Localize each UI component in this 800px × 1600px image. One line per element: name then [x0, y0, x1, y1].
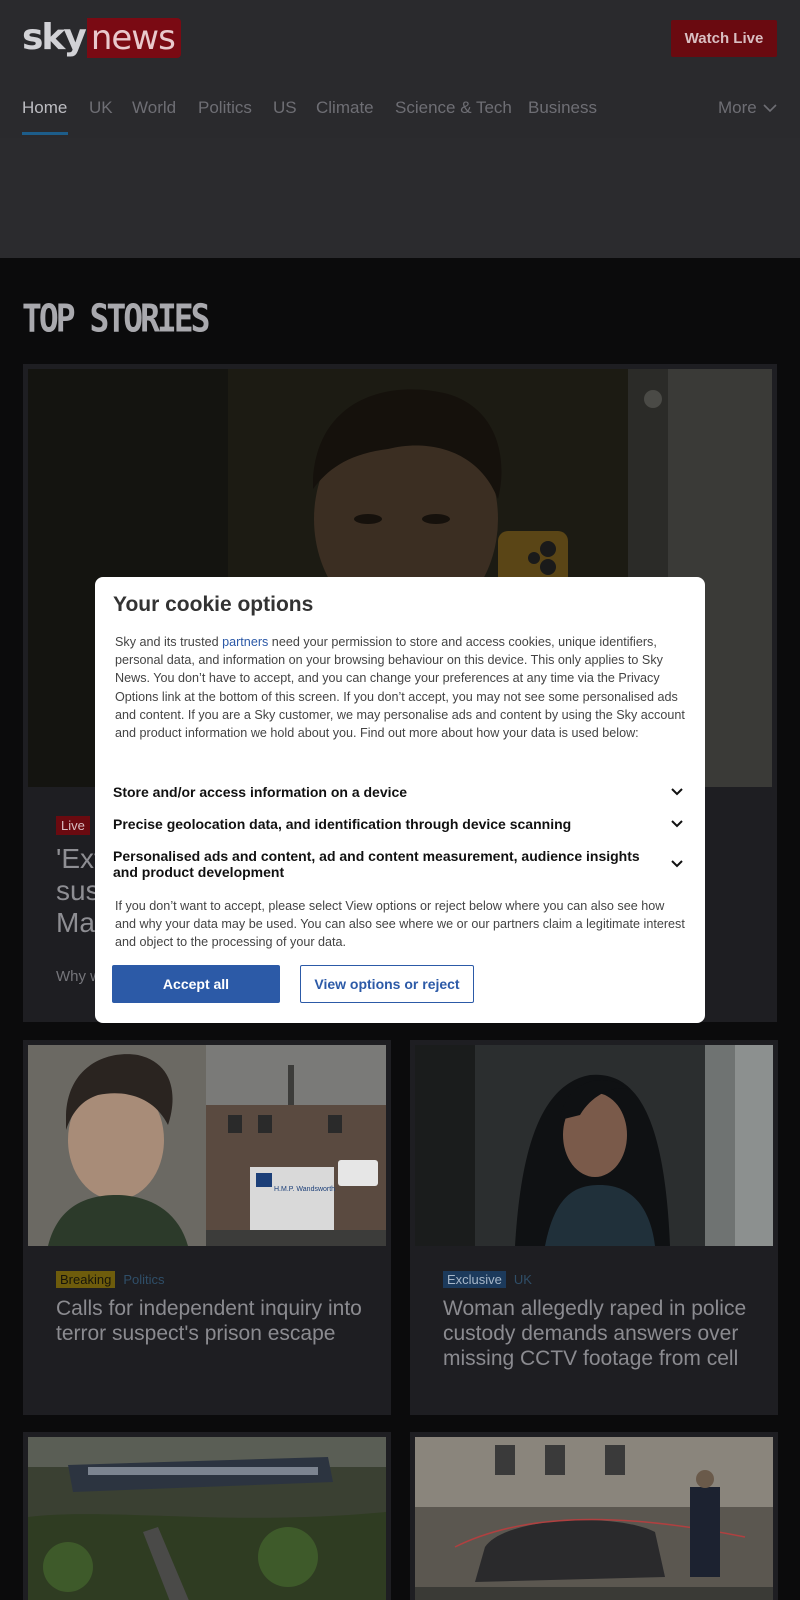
story-image-mugshot-prison: H.M.P. Wandsworth [28, 1045, 386, 1246]
nav-item-world[interactable]: World [132, 98, 176, 118]
nav-item-climate[interactable]: Climate [316, 98, 374, 118]
chevron-down-icon [671, 788, 683, 796]
nav-more-label: More [718, 98, 757, 117]
nav-item-science-tech[interactable]: Science & Tech [395, 98, 512, 118]
purpose-accordion-personalised-ads[interactable]: Personalised ads and content, ad and con… [113, 848, 685, 880]
purpose-accordion-storage[interactable]: Store and/or access information on a dev… [113, 784, 685, 800]
story-image-police-scene [415, 1437, 773, 1600]
ad-banner-slot [0, 138, 800, 258]
card-headline[interactable]: Woman allegedly raped in police custody … [443, 1296, 753, 1371]
purpose-label: Personalised ads and content, ad and con… [113, 848, 640, 880]
live-badge: Live [56, 816, 90, 835]
section-title: TOP STORIES [22, 296, 211, 341]
partners-link[interactable]: partners [222, 635, 268, 649]
story-card-street[interactable] [410, 1432, 778, 1600]
story-image-woman [415, 1045, 773, 1246]
cookie-dialog-title: Your cookie options [113, 593, 314, 616]
top-header: sky news Watch Live [0, 0, 800, 78]
chevron-down-icon [763, 103, 777, 112]
accept-all-button[interactable]: Accept all [112, 965, 280, 1003]
chevron-down-icon [671, 860, 683, 868]
nav-item-home[interactable]: Home [22, 98, 67, 118]
nav-item-uk[interactable]: UK [89, 98, 113, 118]
purpose-accordion-geolocation[interactable]: Precise geolocation data, and identifica… [113, 816, 685, 832]
cookie-dialog-intro: Sky and its trusted partners need your p… [115, 633, 685, 742]
watch-live-button[interactable]: Watch Live [671, 20, 777, 57]
intro-text-rest: need your permission to store and access… [115, 635, 685, 741]
purpose-label: Precise geolocation data, and identifica… [113, 816, 572, 832]
card-tags: Exclusive UK [443, 1271, 532, 1288]
cookie-dialog-note: If you don’t want to accept, please sele… [115, 899, 685, 950]
logo-sky-text: sky [22, 17, 87, 58]
category-politics[interactable]: Politics [123, 1272, 164, 1287]
breaking-badge: Breaking [56, 1271, 116, 1288]
card-headline[interactable]: Calls for independent inquiry into terro… [56, 1296, 366, 1346]
sky-news-logo[interactable]: sky news [22, 18, 181, 58]
chevron-down-icon [671, 820, 683, 828]
exclusive-badge: Exclusive [443, 1271, 506, 1288]
story-image-train-derailment [28, 1437, 386, 1600]
prison-sign-text: H.M.P. Wandsworth [274, 1186, 335, 1193]
view-options-or-reject-button[interactable]: View options or reject [300, 965, 474, 1003]
card-tags: Breaking Politics [56, 1271, 165, 1288]
category-uk[interactable]: UK [514, 1272, 532, 1287]
purpose-label: Store and/or access information on a dev… [113, 784, 408, 800]
nav-item-us[interactable]: US [273, 98, 297, 118]
story-card-police-custody[interactable]: Exclusive UK Woman allegedly raped in po… [410, 1040, 778, 1415]
logo-news-text: news [86, 18, 181, 58]
cookie-consent-dialog: Your cookie options Sky and its trusted … [95, 577, 705, 1023]
story-card-train[interactable] [23, 1432, 391, 1600]
nav-item-politics[interactable]: Politics [198, 98, 252, 118]
intro-text-start: Sky and its trusted [115, 635, 223, 649]
nav-more-menu[interactable]: More [718, 98, 777, 118]
nav-item-business[interactable]: Business [528, 98, 597, 118]
active-nav-indicator [22, 132, 68, 135]
main-nav: Home UK World Politics US Climate Scienc… [0, 78, 800, 138]
story-card-prison-escape[interactable]: H.M.P. Wandsworth Breaking Politics Call… [23, 1040, 391, 1415]
